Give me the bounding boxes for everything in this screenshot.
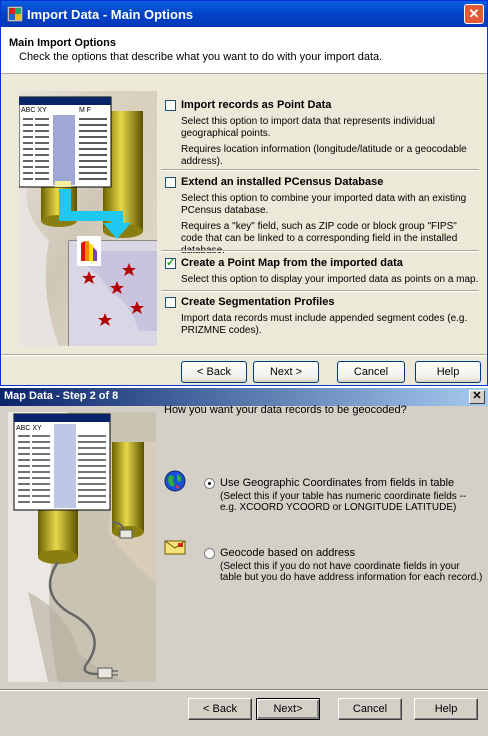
next-button[interactable]: Next> (256, 698, 320, 720)
next-button[interactable]: Next > (253, 361, 319, 383)
globe-icon (164, 470, 186, 492)
geocode-illustration: ABC XY (8, 412, 156, 682)
header-subtitle: Check the options that describe what you… (19, 51, 383, 63)
divider (161, 290, 479, 292)
geocode-question: How you want your data records to be geo… (164, 404, 407, 416)
import-illustration: ABC XY M F (19, 91, 157, 346)
help-button[interactable]: Help (415, 361, 481, 383)
use-coordinates-label[interactable]: Use Geographic Coordinates from fields i… (220, 478, 454, 489)
option-title[interactable]: Create a Point Map from the imported dat… (181, 257, 403, 269)
cancel-button[interactable]: Cancel (338, 698, 402, 720)
extend-database-checkbox[interactable] (165, 177, 176, 188)
option-create-point-map: Create a Point Map from the imported dat… (161, 254, 479, 286)
option-import-point-data: Import records as Point Data Select this… (161, 96, 479, 168)
button-divider (0, 689, 488, 691)
option-segmentation-profiles: Create Segmentation Profiles Import data… (161, 293, 479, 337)
geocode-address-radio[interactable] (204, 548, 215, 559)
divider (161, 169, 479, 171)
illus-label-abc: ABC XY (21, 107, 47, 114)
window-title: Import Data - Main Options (27, 7, 194, 22)
option-desc: Import data records must include appende… (181, 313, 468, 336)
option-requirement: Requires location information (longitude… (181, 144, 467, 167)
option-extend-database: Extend an installed PCensus Database Sel… (161, 173, 479, 257)
import-data-dialog: Import Data - Main Options ✕ Main Import… (0, 0, 488, 386)
create-point-map-checkbox[interactable] (165, 256, 176, 269)
map-data-dialog: Map Data - Step 2 of 8 ✕ ABC XY How you … (0, 388, 488, 736)
close-icon[interactable]: ✕ (469, 390, 485, 404)
back-button[interactable]: < Back (181, 361, 247, 383)
title-bar[interactable]: Import Data - Main Options ✕ (1, 1, 487, 27)
use-coordinates-radio[interactable] (204, 478, 215, 489)
option-title[interactable]: Create Segmentation Profiles (181, 296, 334, 308)
close-icon[interactable]: ✕ (464, 4, 484, 24)
import-point-data-checkbox[interactable] (165, 100, 176, 111)
geocode-address-label[interactable]: Geocode based on address (220, 548, 355, 559)
use-coordinates-desc: (Select this if your table has numeric c… (220, 491, 467, 513)
header-panel: Main Import Options Check the options th… (1, 27, 487, 74)
app-icon (7, 6, 23, 22)
option-desc: Select this option to display your impor… (181, 274, 479, 285)
illus-label-abc: ABC XY (16, 425, 42, 432)
divider (161, 250, 479, 252)
geocode-address-desc: (Select this if you do not have coordina… (220, 561, 483, 583)
option-title[interactable]: Extend an installed PCensus Database (181, 176, 383, 188)
illus-label-mf: M F (79, 107, 91, 114)
window-title: Map Data - Step 2 of 8 (4, 390, 119, 402)
header-title: Main Import Options (9, 37, 116, 49)
button-divider (1, 354, 487, 356)
segmentation-profiles-checkbox[interactable] (165, 297, 176, 308)
back-button[interactable]: < Back (188, 698, 252, 720)
option-desc: Select this option to combine your impor… (181, 193, 467, 216)
cancel-button[interactable]: Cancel (337, 361, 405, 383)
envelope-icon (164, 540, 186, 555)
option-desc: Select this option to import data that r… (181, 116, 436, 139)
option-title[interactable]: Import records as Point Data (181, 99, 331, 111)
help-button[interactable]: Help (414, 698, 478, 720)
